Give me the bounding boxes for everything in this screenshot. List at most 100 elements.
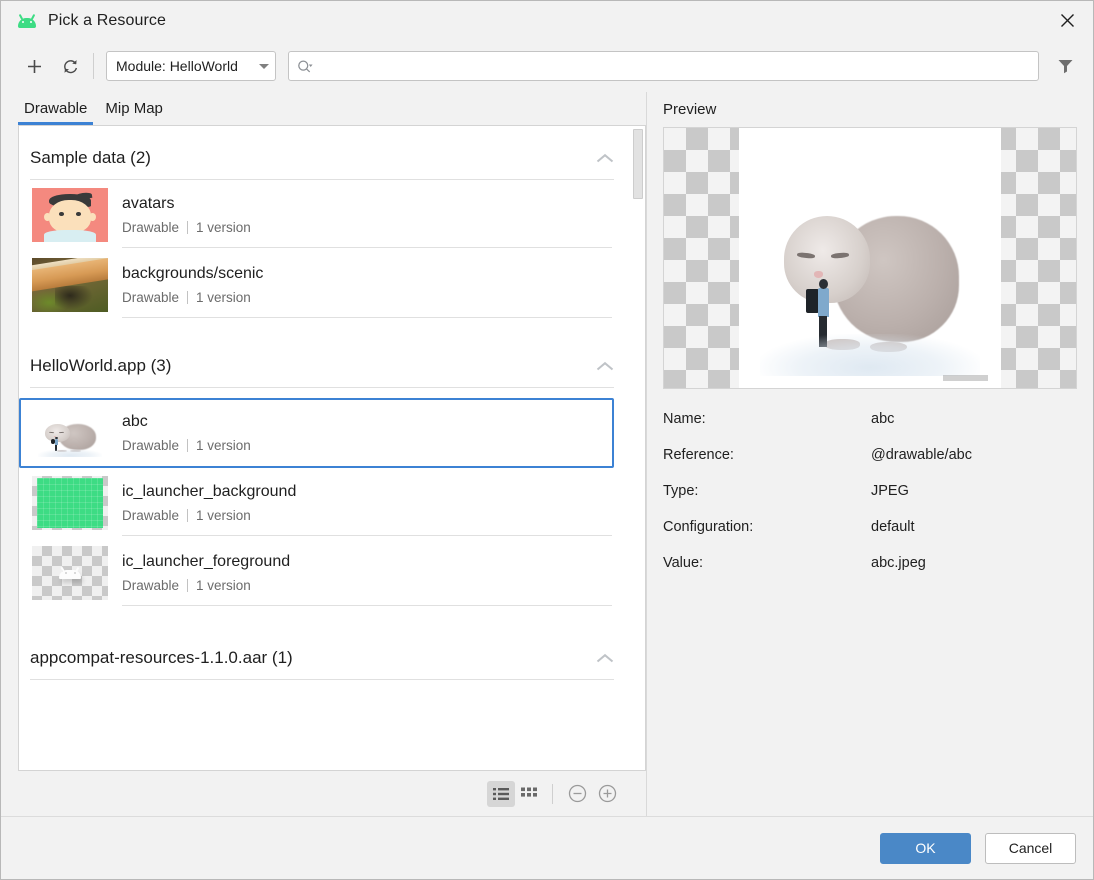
list-item[interactable]: avatars Drawable 1 version (19, 180, 614, 250)
preview-pane: Preview Name: abc Reference: @drawable/a… (646, 92, 1093, 816)
chevron-down-icon (259, 63, 269, 69)
view-options-toolbar (18, 771, 646, 816)
title-bar: Pick a Resource (1, 1, 1093, 40)
property-row-reference: Reference: @drawable/abc (663, 447, 1077, 463)
module-dropdown-label: Module: HelloWorld (116, 58, 238, 74)
plus-icon[interactable] (19, 51, 49, 81)
list-item[interactable]: abc Drawable 1 version (19, 398, 614, 468)
section-header-appcompat-resources[interactable]: appcompat-resources-1.1.0.aar (1) (19, 648, 631, 668)
refresh-icon[interactable] (55, 51, 85, 81)
list-scrollbar[interactable] (632, 127, 644, 769)
avatar-thumb (32, 188, 108, 242)
resource-name: backgrounds/scenic (122, 265, 264, 283)
scenic-thumb (32, 258, 108, 312)
pick-a-resource-dialog: Pick a Resource Module: HelloWorld Drawa… (0, 0, 1094, 880)
meta-divider (187, 578, 189, 592)
chevron-up-icon[interactable] (596, 153, 614, 164)
resource-meta: Drawable 1 version (122, 290, 612, 305)
resource-type: Drawable (122, 577, 180, 593)
resource-versions: 1 version (196, 507, 251, 523)
property-value: JPEG (871, 483, 909, 499)
list-item[interactable]: ic_launcher_foreground Drawable 1 versio… (19, 538, 614, 608)
property-value: abc (871, 411, 895, 427)
droid-thumb (32, 546, 108, 600)
property-value: @drawable/abc (871, 447, 972, 463)
property-value: abc.jpeg (871, 555, 926, 571)
resource-list-scroll-content: Sample data (2) avatars Drawable 1 versi… (19, 126, 645, 770)
resource-type: Drawable (122, 289, 180, 305)
dialog-body: Drawable Mip Map Sample data (2) avatars… (1, 92, 1093, 816)
list-item[interactable]: ic_launcher_background Drawable 1 versio… (19, 468, 614, 538)
resource-type: Drawable (122, 437, 180, 453)
resource-name: abc (122, 413, 148, 431)
filter-icon[interactable] (1051, 52, 1079, 80)
resource-versions: 1 version (196, 437, 251, 453)
zoom-out-icon[interactable] (562, 781, 592, 807)
resource-name: ic_launcher_foreground (122, 553, 291, 571)
section-title: HelloWorld.app (3) (30, 356, 172, 375)
cat-thumb (32, 406, 108, 460)
dialog-title: Pick a Resource (48, 11, 166, 29)
tab-mip-map[interactable]: Mip Map (99, 101, 169, 125)
resource-name: ic_launcher_background (122, 483, 297, 501)
section-divider (30, 387, 614, 388)
module-dropdown[interactable]: Module: HelloWorld (106, 51, 276, 81)
meta-divider (187, 508, 189, 522)
search-input[interactable] (319, 57, 1030, 75)
resource-type: Drawable (122, 507, 180, 523)
grid-view-icon[interactable] (515, 781, 543, 807)
property-key: Configuration: (663, 519, 754, 535)
property-row-value: Value: abc.jpeg (663, 555, 1077, 571)
resource-versions: 1 version (196, 577, 251, 593)
list-scrollbar-thumb[interactable] (633, 129, 643, 199)
search-icon (297, 59, 314, 74)
property-row-name: Name: abc (663, 411, 1077, 427)
resource-type-tabs: Drawable Mip Map (1, 92, 646, 125)
resource-type: Drawable (122, 219, 180, 235)
android-logo-icon (17, 13, 37, 28)
toolbar-divider (93, 53, 94, 79)
property-row-type: Type: JPEG (663, 483, 1077, 499)
view-toolbar-divider (552, 783, 553, 804)
resource-meta: Drawable 1 version (122, 220, 612, 235)
property-key: Reference: (663, 447, 734, 463)
resource-versions: 1 version (196, 289, 251, 305)
property-row-configuration: Configuration: default (663, 519, 1077, 535)
resource-meta: Drawable 1 version (122, 508, 612, 523)
list-view-icon[interactable] (487, 780, 515, 807)
resource-list: Sample data (2) avatars Drawable 1 versi… (18, 125, 646, 771)
section-header-sample-data[interactable]: Sample data (2) (19, 148, 631, 168)
dialog-toolbar: Module: HelloWorld (1, 40, 1093, 92)
green-thumb (32, 476, 108, 530)
section-header-helloworld-app[interactable]: HelloWorld.app (3) (19, 356, 631, 376)
list-item[interactable]: backgrounds/scenic Drawable 1 version (19, 250, 614, 320)
property-value: default (871, 519, 915, 535)
resource-name: avatars (122, 195, 175, 213)
resource-properties: Name: abc Reference: @drawable/abc Type:… (663, 411, 1077, 591)
meta-divider (187, 220, 189, 234)
section-title: Sample data (2) (30, 148, 151, 167)
dialog-footer: OK Cancel (1, 816, 1093, 879)
preview-image-container (663, 127, 1077, 389)
property-key: Type: (663, 483, 699, 499)
chevron-up-icon[interactable] (596, 361, 614, 372)
section-title: appcompat-resources-1.1.0.aar (1) (30, 648, 293, 667)
search-field[interactable] (288, 51, 1039, 81)
property-key: Name: (663, 411, 706, 427)
close-icon[interactable] (1041, 1, 1093, 40)
preview-image (739, 128, 1001, 388)
tab-drawable[interactable]: Drawable (18, 101, 94, 125)
section-divider (30, 679, 614, 680)
meta-divider (187, 438, 189, 452)
preview-label: Preview (663, 101, 717, 118)
zoom-in-icon[interactable] (592, 781, 622, 807)
chevron-up-icon[interactable] (596, 653, 614, 664)
resource-browser-pane: Drawable Mip Map Sample data (2) avatars… (1, 92, 646, 816)
meta-divider (187, 290, 189, 304)
resource-meta: Drawable 1 version (122, 578, 612, 593)
property-key: Value: (663, 555, 704, 571)
cancel-button[interactable]: Cancel (985, 832, 1076, 864)
resource-meta: Drawable 1 version (122, 438, 612, 453)
ok-button[interactable]: OK (880, 832, 971, 864)
resource-versions: 1 version (196, 219, 251, 235)
